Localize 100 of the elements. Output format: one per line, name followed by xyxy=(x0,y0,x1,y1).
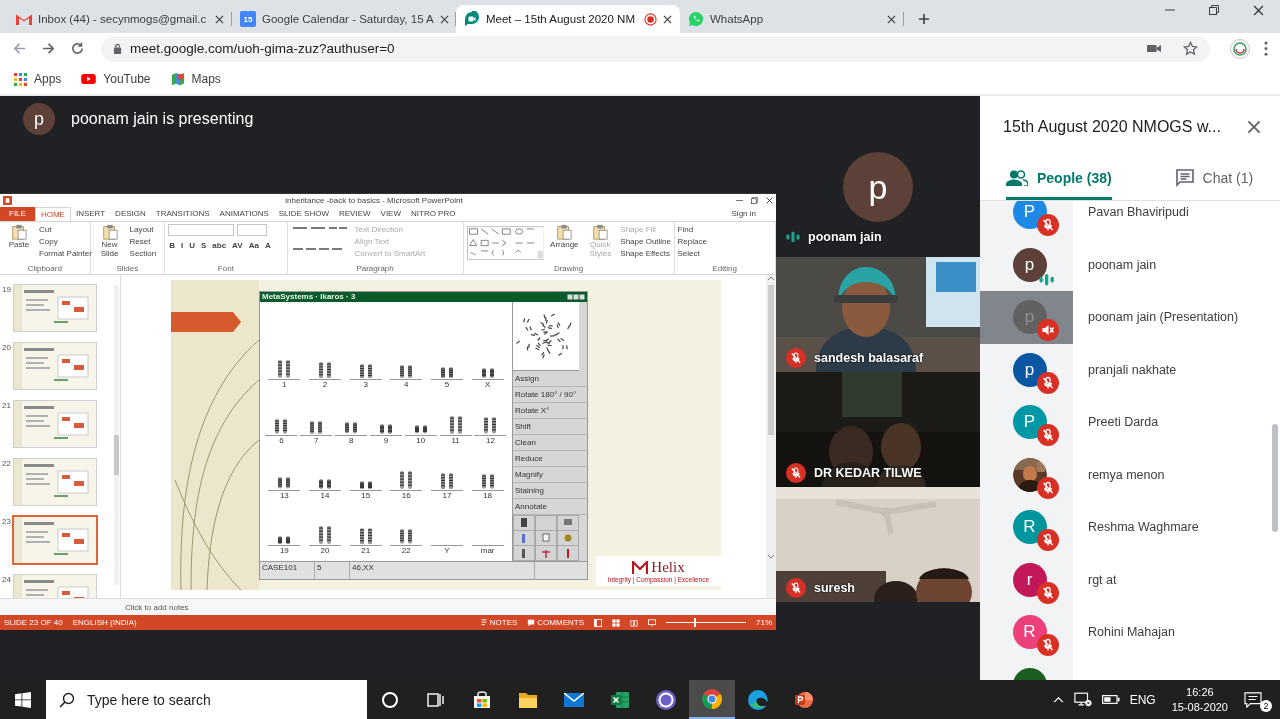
browser-tab[interactable]: WhatsApp xyxy=(680,5,904,33)
font-size-field[interactable] xyxy=(237,223,268,236)
tool-menu-item[interactable]: Clean xyxy=(513,435,587,452)
search-box[interactable]: Type here to search xyxy=(46,680,367,719)
ribbon-button[interactable]: Shape Effects xyxy=(620,247,671,260)
ribbon-tab[interactable]: FILE xyxy=(0,206,35,221)
reading-view-icon[interactable] xyxy=(630,618,638,627)
notes-button[interactable]: NOTES xyxy=(479,618,518,627)
grid-view-icon[interactable] xyxy=(612,618,620,627)
participant-row[interactable]: R Rohini Mahajan xyxy=(980,606,1280,659)
format-button[interactable]: abc xyxy=(211,239,228,252)
zoom-slider[interactable] xyxy=(666,618,746,627)
scrollbar[interactable] xyxy=(1272,424,1278,532)
tool-menu-item[interactable]: Reduce xyxy=(513,451,587,468)
participant-row[interactable]: remya menon xyxy=(980,448,1280,501)
participant-row[interactable]: p pranjali nakhate xyxy=(980,343,1280,396)
star-icon[interactable] xyxy=(1183,41,1198,56)
ribbon-tab[interactable]: ANIMATIONS xyxy=(214,206,274,221)
participant-row[interactable]: P Preeti Darda xyxy=(980,396,1280,449)
scrollbar[interactable] xyxy=(766,275,776,599)
chevron-up-icon[interactable] xyxy=(1052,696,1064,703)
ribbon-tab[interactable]: HOME xyxy=(34,206,71,221)
format-button[interactable]: AV xyxy=(231,239,244,252)
comments-button[interactable]: COMMENTS xyxy=(527,618,584,627)
format-button[interactable]: B xyxy=(168,239,176,252)
reload-icon[interactable] xyxy=(70,41,85,56)
close-icon[interactable] xyxy=(887,14,896,24)
ribbon-button[interactable]: Paste xyxy=(3,223,35,264)
ribbon-button[interactable]: Format Painter xyxy=(39,247,92,260)
notes-field[interactable]: Click to add notes xyxy=(125,602,325,612)
tool-menu-item[interactable]: Rotate 180° / 90° xyxy=(513,387,587,404)
sign-in-link[interactable]: Sign in xyxy=(731,209,776,219)
slide-thumbnail[interactable] xyxy=(14,401,96,448)
clock[interactable]: 16:26 15-08-2020 xyxy=(1165,684,1234,715)
participant-row[interactable]: R Reshma Waghmare xyxy=(980,501,1280,554)
format-button[interactable]: A xyxy=(263,239,272,252)
ribbon-tab[interactable]: SLIDE SHOW xyxy=(273,206,334,221)
tool-menu-item[interactable]: Shift xyxy=(513,419,587,436)
language-indicator[interactable]: ENG xyxy=(1129,692,1156,707)
tool-menu-item[interactable]: Staining xyxy=(513,483,587,500)
format-button[interactable]: S xyxy=(199,239,208,252)
close-icon[interactable] xyxy=(766,196,773,204)
slide-thumbnail[interactable] xyxy=(14,343,96,390)
window-controls-icon[interactable] xyxy=(567,294,585,301)
plus-icon[interactable] xyxy=(918,13,930,25)
browser-tab[interactable]: Meet – 15th August 2020 NM xyxy=(456,5,680,33)
panel-tab[interactable]: Chat (1) xyxy=(1148,158,1280,200)
participant-row[interactable]: p poonam jain xyxy=(980,238,1280,291)
close-icon[interactable] xyxy=(1253,4,1264,16)
camera-icon[interactable] xyxy=(1147,43,1161,54)
ribbon-tab[interactable]: VIEW xyxy=(375,206,406,221)
avatar-icon[interactable] xyxy=(1230,38,1250,59)
ribbon-tab[interactable]: REVIEW xyxy=(334,206,376,221)
close-icon[interactable] xyxy=(439,14,449,24)
battery-icon[interactable] xyxy=(1101,695,1120,704)
format-button[interactable]: U xyxy=(188,239,196,252)
close-icon[interactable] xyxy=(1247,120,1261,134)
shapes-gallery-drawing[interactable] xyxy=(466,223,545,262)
search-field[interactable]: Type here to search xyxy=(87,691,337,708)
restore-icon[interactable] xyxy=(1209,5,1219,15)
menu-icon[interactable] xyxy=(1264,41,1268,56)
ribbon-tab[interactable]: DESIGN xyxy=(110,206,151,221)
format-button[interactable]: Aa xyxy=(247,239,260,252)
format-button[interactable]: I xyxy=(179,239,185,252)
slide-thumbnail[interactable] xyxy=(14,517,96,564)
browser-tab[interactable]: Inbox (44) - secynmogs@gmail.c xyxy=(8,5,232,33)
tool-icons-drawing[interactable] xyxy=(513,515,579,562)
participant-row[interactable]: P Pavan Bhaviripudi xyxy=(980,201,1280,239)
bookmark-link[interactable]: YouTube xyxy=(81,72,151,86)
ribbon-button[interactable]: Layout xyxy=(129,223,157,236)
back-icon[interactable] xyxy=(12,41,27,56)
ribbon-button[interactable]: Replace xyxy=(677,235,707,248)
slideshow-icon[interactable] xyxy=(648,618,656,627)
restore-icon[interactable] xyxy=(751,196,758,204)
network-icon[interactable] xyxy=(1073,692,1092,707)
font-name-field[interactable] xyxy=(168,223,235,236)
close-icon[interactable] xyxy=(215,14,224,24)
notification-icon[interactable] xyxy=(1244,691,1262,708)
normal-view-icon[interactable] xyxy=(594,618,602,627)
browser-tab[interactable]: 15 Google Calendar - Saturday, 15 A xyxy=(232,5,456,33)
tool-menu-item[interactable]: Assign xyxy=(513,371,587,388)
ribbon-tab[interactable]: INSERT xyxy=(70,206,111,221)
ribbon-tab[interactable]: NITRO PRO xyxy=(406,206,461,221)
address-field[interactable]: meet.google.com/uoh-gima-zuz?authuser=0 xyxy=(101,35,1210,62)
scrollbar[interactable] xyxy=(113,285,120,586)
ribbon-button[interactable]: Arrange xyxy=(548,223,581,264)
bookmark-link[interactable]: Maps xyxy=(170,72,221,86)
ribbon-button[interactable]: Section xyxy=(129,247,157,260)
close-icon[interactable] xyxy=(663,14,672,24)
slide-thumbnail[interactable] xyxy=(14,285,96,332)
forward-icon[interactable] xyxy=(41,41,56,56)
ribbon-button[interactable]: Copy xyxy=(39,235,92,248)
ribbon-tab[interactable]: TRANSITIONS xyxy=(150,206,215,221)
ribbon-button[interactable]: Reset xyxy=(129,235,157,248)
slide-thumbnail[interactable] xyxy=(14,459,96,506)
tool-menu-item[interactable]: Magnify xyxy=(513,467,587,484)
ribbon-button[interactable]: Shape Outline xyxy=(620,235,671,248)
tool-menu-item[interactable]: Rotate X° xyxy=(513,403,587,420)
participant-row[interactable]: r rgt at xyxy=(980,553,1280,606)
bookmark-link[interactable]: Apps xyxy=(14,72,62,86)
